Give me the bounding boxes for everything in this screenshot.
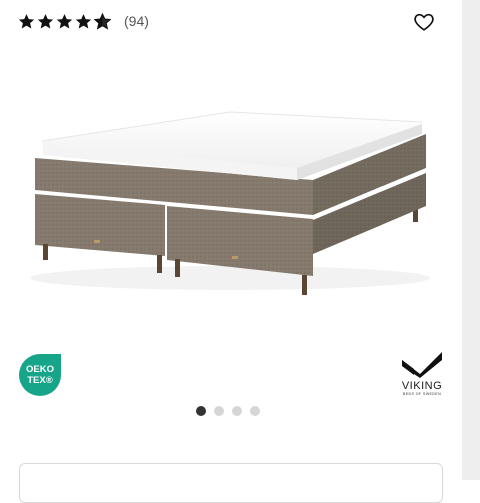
viking-brand-logo: VIKING BEDS OF SWEDEN — [390, 350, 454, 402]
viking-mark-icon — [402, 352, 442, 378]
oeko-tex-badge: OEKO TEX® — [19, 354, 61, 396]
next-section-card[interactable] — [19, 463, 443, 503]
heart-outline-icon[interactable] — [413, 11, 435, 33]
review-count[interactable]: (94) — [124, 13, 149, 29]
star-icon — [18, 13, 35, 28]
brand-name: VIKING — [401, 380, 443, 392]
rating[interactable]: (94) — [18, 10, 149, 32]
half-star-icon — [94, 12, 111, 30]
brand-tagline: BEDS OF SWEDEN — [402, 392, 442, 396]
star-icon — [75, 13, 92, 28]
oeko-text-line1: OEKO — [26, 364, 54, 375]
product-image-bed[interactable] — [0, 40, 462, 340]
scrollbar-track[interactable] — [462, 0, 480, 480]
oeko-text-line2: TEX® — [27, 375, 52, 386]
carousel-dot-2[interactable] — [214, 406, 224, 416]
carousel-dot-3[interactable] — [232, 406, 242, 416]
carousel-pagination — [196, 406, 268, 416]
carousel-dot-1[interactable] — [196, 406, 206, 416]
star-icon — [37, 13, 54, 28]
carousel-dot-4[interactable] — [250, 406, 260, 416]
star-icon — [56, 13, 73, 28]
